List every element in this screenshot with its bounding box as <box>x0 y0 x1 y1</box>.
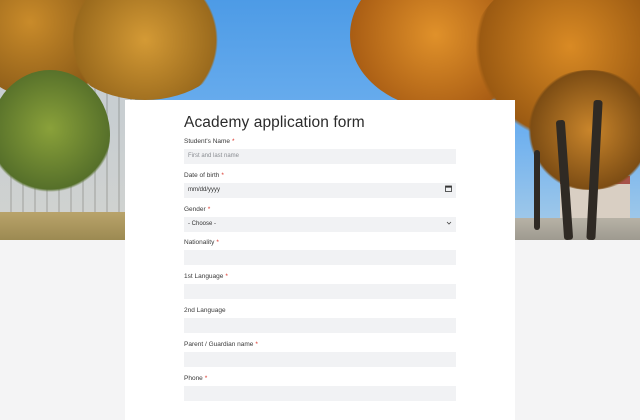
student-name-field: Student's Name * First and last name <box>184 137 456 164</box>
date-value: mm/dd/yyyy <box>188 187 221 193</box>
required-marker: * <box>221 172 224 179</box>
field-label: Phone * <box>184 375 208 382</box>
phone-input[interactable] <box>184 386 456 401</box>
form-title: Academy application form <box>184 114 365 131</box>
required-marker: * <box>207 206 211 213</box>
second-language-field: 2nd Language <box>184 306 456 333</box>
field-label: 2nd Language <box>184 307 226 314</box>
calendar-icon[interactable] <box>445 183 452 198</box>
student-name-input[interactable]: First and last name <box>184 149 456 164</box>
nationality-field: Nationality * <box>184 238 456 265</box>
field-label: 1st Language * <box>184 273 228 280</box>
required-marker: * <box>232 138 235 145</box>
date-of-birth-field: Date of birth * mm/dd/yyyy <box>184 171 456 198</box>
required-marker: * <box>216 239 219 246</box>
date-of-birth-input[interactable]: mm/dd/yyyy <box>184 183 456 198</box>
field-label: Nationality * <box>184 239 219 246</box>
selected-value: - Choose - <box>188 221 217 227</box>
gender-field: Gender * - Choose - <box>184 205 456 232</box>
tree-trunk <box>534 150 540 230</box>
field-label: Parent / Guardian name * <box>184 341 258 348</box>
required-marker: * <box>204 375 208 382</box>
field-label: Date of birth * <box>184 172 224 179</box>
required-marker: * <box>255 341 258 348</box>
guardian-name-input[interactable] <box>184 352 456 367</box>
phone-field: Phone * <box>184 374 456 401</box>
lawn <box>0 212 140 240</box>
field-label: Gender * <box>184 206 211 213</box>
field-label: Student's Name * <box>184 138 235 145</box>
first-language-input[interactable] <box>184 284 456 299</box>
second-language-input[interactable] <box>184 318 456 333</box>
gender-select[interactable]: - Choose - <box>184 217 456 232</box>
nationality-input[interactable] <box>184 250 456 265</box>
guardian-name-field: Parent / Guardian name * <box>184 340 456 367</box>
first-language-field: 1st Language * <box>184 272 456 299</box>
chevron-down-icon <box>446 217 452 232</box>
required-marker: * <box>225 273 228 280</box>
form-card: Academy application form Student's Name *… <box>125 100 515 420</box>
